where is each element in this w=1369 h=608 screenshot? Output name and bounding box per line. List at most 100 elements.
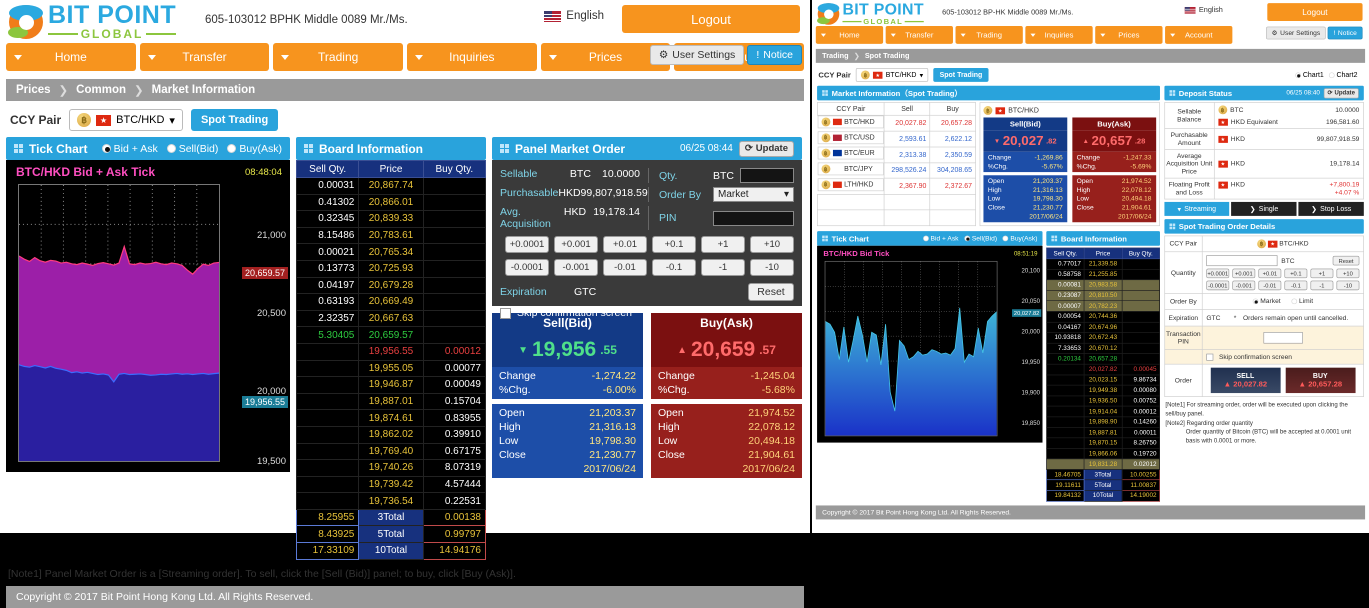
radio-bid-ask[interactable]: Bid + Ask [101, 143, 158, 155]
table-row[interactable]: ฿ LTH/HKD 2,367.90 2,372.67 [817, 177, 976, 195]
step-button[interactable]: -10 [750, 259, 794, 276]
table-row[interactable]: 19,949.38 0.00080 [1046, 384, 1160, 397]
breadcrumb-item-prices[interactable]: Prices [16, 84, 51, 96]
radio-market[interactable]: Market [1252, 297, 1281, 305]
buy-ask-card-right[interactable]: Buy(Ask) ▲ 20,657 .28 Change -1,247.33 %C… [1072, 117, 1156, 223]
table-row[interactable]: 19,955.05 0.00077 [295, 359, 487, 378]
table-row[interactable]: ฿ BTC/EUR 2,313.38 2,350.59 [817, 146, 976, 163]
reset-button[interactable]: Reset [748, 283, 794, 301]
sell-order-button[interactable]: SELL ▲ 20,027.82 [1210, 367, 1281, 394]
step-button[interactable]: +0.1 [652, 236, 696, 253]
table-row[interactable]: 19,870.15 8.26750 [1046, 437, 1160, 449]
table-row[interactable]: 0.20134 20,657.28 [1046, 353, 1160, 365]
update-button[interactable]: ⟳ Update [1323, 87, 1359, 99]
table-row[interactable]: 20,023.15 9.86734 [1046, 374, 1160, 386]
table-row[interactable]: ฿ BTC/JPY 298,526.24 304,208.65 [817, 162, 976, 179]
step-button[interactable]: +1 [1310, 268, 1334, 279]
ccy-pair-select[interactable]: ฿ ★ BTC/HKD ▾ [855, 67, 929, 82]
radio-bid-ask[interactable]: Bid + Ask [922, 235, 959, 242]
radio-sell-bid[interactable]: Sell(Bid) [964, 235, 997, 242]
step-button[interactable]: -0.01 [603, 259, 647, 276]
table-row[interactable]: 8.15486 20,783.61 [295, 226, 487, 245]
tab-streaming[interactable]: ▾ Streaming [1164, 201, 1230, 216]
breadcrumb-item-trading[interactable]: Trading [822, 52, 848, 60]
nav-item-inquiries[interactable]: Inquiries [1025, 26, 1093, 44]
table-row[interactable]: 19,956.55 0.00012 [295, 342, 487, 361]
table-row[interactable]: 19,887.01 0.15704 [295, 392, 487, 411]
table-row[interactable]: 0.04167 20,674.96 [1046, 321, 1160, 333]
chart1-tab[interactable]: Chart1 [1295, 71, 1324, 79]
pin-input[interactable] [713, 210, 794, 226]
table-row[interactable]: 19,866.06 0.19720 [1046, 448, 1160, 460]
table-row[interactable]: 19,898.90 0.14260 [1046, 416, 1160, 428]
step-button[interactable]: -1 [701, 259, 745, 276]
notice-button[interactable]: ! Notice [747, 45, 802, 65]
language-selector-right[interactable]: English [1184, 6, 1223, 14]
table-row[interactable]: 19,936.50 0.00752 [1046, 395, 1160, 407]
table-row[interactable]: 7.33653 20,670.12 [1046, 342, 1160, 354]
table-row[interactable]: 0.00021 20,765.34 [295, 243, 487, 261]
step-button[interactable]: +1 [701, 236, 745, 253]
table-row[interactable]: 0.04197 20,679.28 [295, 276, 487, 295]
table-row[interactable]: 19,769.40 0.67175 [295, 442, 487, 461]
breadcrumb-item-common[interactable]: Common [76, 84, 126, 96]
table-row[interactable]: 0.41302 20,866.01 [295, 193, 487, 212]
step-button[interactable]: +0.001 [554, 236, 598, 253]
buy-order-button[interactable]: BUY ▲ 20,657.28 [1285, 367, 1356, 394]
nav-item-trading[interactable]: Trading [273, 43, 404, 71]
step-button[interactable]: -1 [1310, 280, 1334, 291]
table-row[interactable]: 0.77017 21,339.58 [1046, 258, 1160, 270]
tab-stop-loss[interactable]: ❯ Stop Loss [1298, 201, 1364, 216]
step-button[interactable]: -0.1 [652, 259, 696, 276]
table-row[interactable]: 19,874.61 0.83955 [295, 409, 487, 427]
nav-item-prices[interactable]: Prices [1095, 26, 1163, 44]
table-row[interactable]: 19,739.42 4.57444 [295, 475, 487, 494]
orderby-select[interactable]: Market ▾ [713, 187, 794, 202]
language-selector[interactable]: English [544, 10, 604, 22]
table-row[interactable]: 19,887.81 0.00011 [1046, 427, 1160, 439]
step-button[interactable]: -0.0001 [505, 259, 549, 276]
table-row[interactable]: 19,862.02 0.39910 [295, 425, 487, 444]
nav-item-transfer[interactable]: Transfer [885, 26, 953, 44]
table-row[interactable]: 0.32345 20,839.33 [295, 210, 487, 228]
table-row[interactable]: 0.58758 21,255.85 [1046, 268, 1160, 281]
tab-single[interactable]: ❯ Single [1231, 201, 1297, 216]
step-button[interactable]: +0.001 [1232, 268, 1256, 279]
table-row[interactable]: 19,914.04 0.00012 [1046, 405, 1160, 418]
step-button[interactable]: -0.01 [1258, 280, 1282, 291]
radio-limit[interactable]: Limit [1291, 297, 1313, 305]
table-row[interactable]: 20,027.82 0.00045 [1046, 363, 1160, 375]
table-row[interactable]: 19,740.26 8.07319 [295, 459, 487, 477]
sell-bid-card-right[interactable]: Sell(Bid) ▼ 20,027 .82 Change -1,269.86 %… [983, 117, 1068, 223]
table-row[interactable]: 0.23087 20,810.50 [1046, 290, 1160, 302]
notice-button[interactable]: ! Notice [1327, 26, 1363, 40]
step-button[interactable]: +10 [1336, 268, 1360, 279]
nav-item-inquiries[interactable]: Inquiries [407, 43, 537, 71]
table-row[interactable]: 19,736.54 0.22531 [295, 492, 487, 510]
qty-input[interactable] [740, 168, 794, 183]
ccy-pair-select[interactable]: ฿ ★ BTC/HKD ▾ [69, 109, 183, 131]
step-button[interactable]: +0.0001 [1206, 268, 1230, 279]
step-button[interactable]: +0.01 [603, 236, 647, 253]
logout-button[interactable]: Logout [622, 5, 800, 33]
logout-button-right[interactable]: Logout [1267, 3, 1363, 21]
sell-bid-card[interactable]: Sell(Bid) ▼ 19,956 .55 Change -1,274.22 %… [492, 313, 643, 478]
buy-ask-card[interactable]: Buy(Ask) ▲ 20,659 .57 Change -1,245.04 %C… [651, 313, 802, 478]
step-button[interactable]: -0.001 [1232, 280, 1256, 291]
skip-checkbox[interactable] [500, 307, 511, 319]
step-button[interactable]: +10 [750, 236, 794, 253]
od-pin-input[interactable] [1263, 332, 1303, 344]
nav-item-trading[interactable]: Trading [955, 26, 1023, 44]
chart2-tab[interactable]: Chart2 [1328, 71, 1357, 79]
step-button[interactable]: -0.0001 [1206, 280, 1230, 291]
radio-sell-bid[interactable]: Sell(Bid) [166, 143, 218, 155]
radio-buy-ask[interactable]: Buy(Ask) [1002, 235, 1037, 242]
skip-confirmation-row[interactable]: Skip confirmation screen [500, 307, 794, 319]
nav-item-account[interactable]: Account [1165, 26, 1233, 44]
table-row[interactable]: 5.30405 20,659.57 [295, 326, 487, 344]
table-row[interactable]: 0.13773 20,725.93 [295, 259, 487, 278]
step-button[interactable]: +0.01 [1258, 268, 1282, 279]
table-row[interactable]: ฿ BTC/HKD 20,027.82 20,657.28 [817, 114, 976, 132]
od-skip-checkbox[interactable] [1206, 353, 1214, 361]
update-button[interactable]: ⟳ Update [738, 140, 794, 157]
